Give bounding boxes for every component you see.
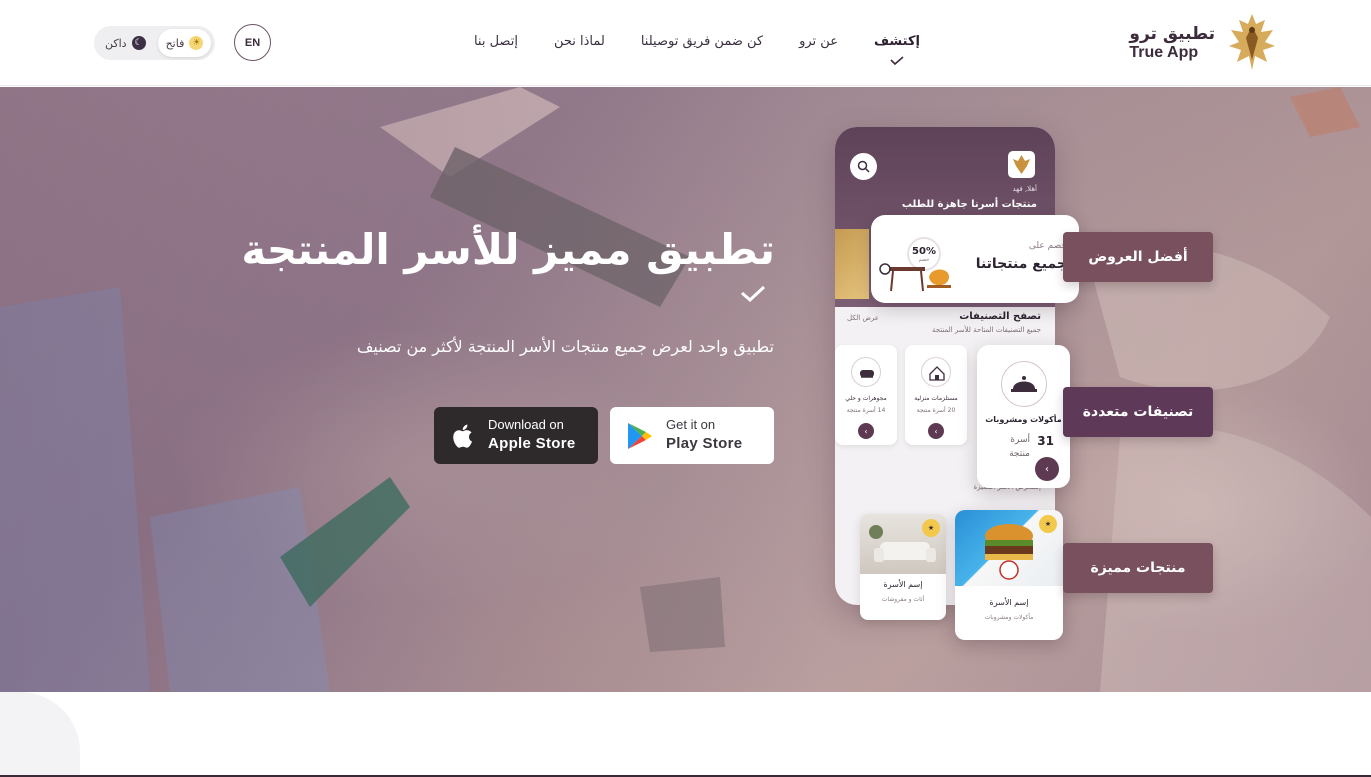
nav-why-us-label: لماذا نحن (553, 34, 605, 49)
star-badge: ★ (1039, 515, 1057, 533)
main-nav: إكتشف عن ترو كن ضمن فريق توصيلنا لماذا ن… (474, 34, 920, 66)
hero-title: تطبيق مميز للأسر المنتجة (241, 225, 775, 274)
language-button[interactable]: EN (234, 24, 271, 61)
theme-light-option[interactable]: فاتح ☀ (157, 29, 212, 57)
product-card-furniture[interactable]: ★ إسم الأسرة أثاث و مفروشات (860, 514, 946, 620)
category-count: 31 (1037, 434, 1054, 448)
theme-light-label: فاتح (165, 36, 185, 50)
google-play-icon (628, 422, 652, 449)
product-card-burger[interactable]: ★ إسم الأسرة مأكولات ومشروبات (955, 510, 1063, 640)
hero-subtitle: تطبيق واحد لعرض جميع منتجات الأسر المنتج… (356, 337, 774, 356)
category-card-jewelry[interactable]: مجوهرات و حلي 14 أسرة منتجة ‹ (835, 345, 897, 445)
product-family-name: إسم الأسرة (989, 598, 1029, 607)
decorative-shape (0, 692, 80, 777)
app-logo-icon (1008, 151, 1035, 178)
logo-arabic-text: تطبيق ترو (1129, 23, 1215, 44)
eagle-logo-icon (1229, 14, 1275, 70)
theme-dark-option[interactable]: داكن ☾ (97, 29, 154, 57)
sun-icon: ☀ (189, 36, 204, 50)
apple-store-button[interactable]: Download on Apple Store (434, 407, 598, 464)
offer-small-text: خصم على (1028, 241, 1067, 251)
food-image (835, 229, 869, 299)
product-family-category: أثاث و مفروشات (881, 596, 925, 603)
apple-store-small-text: Download on (488, 417, 564, 433)
sofa-image: ★ (860, 514, 946, 574)
dining-table-icon (879, 263, 951, 292)
offer-big-text: جميع منتجاتنا (975, 256, 1067, 272)
food-tray-icon (1000, 361, 1047, 407)
multiple-categories-pill: تصنيفات متعددة (1063, 387, 1213, 437)
apple-store-big-text: Apple Store (488, 435, 576, 453)
category-name: مأكولات ومشروبات (985, 415, 1062, 424)
featured-products-pill: منتجات مميزة (1063, 543, 1213, 593)
nav-delivery-team[interactable]: كن ضمن فريق توصيلنا (641, 34, 763, 49)
nav-contact[interactable]: إتصل بنا (474, 34, 518, 49)
chevron-left-icon[interactable]: ‹ (1035, 457, 1059, 481)
best-offers-pill: أفضل العروض (1063, 232, 1213, 282)
moon-icon: ☾ (131, 36, 146, 50)
theme-dark-label: داكن (105, 36, 127, 50)
offer-card[interactable]: خصم على جميع منتجاتنا 50% خصم (871, 215, 1079, 303)
nav-contact-label: إتصل بنا (473, 34, 518, 49)
play-store-button[interactable]: Get it on Play Store (610, 407, 774, 464)
phone-greeting: أهلا, فهد (1012, 185, 1037, 193)
nav-why-us[interactable]: لماذا نحن (554, 34, 605, 49)
search-icon (850, 153, 877, 180)
category-count: 20 أسرة منتجة (916, 407, 956, 414)
house-icon (921, 357, 951, 387)
category-card-food[interactable]: مأكولات ومشروبات 31 أسرة منتجة ‹ (977, 345, 1070, 488)
nav-discover[interactable]: إكتشف (873, 34, 920, 66)
star-badge: ★ (922, 519, 940, 537)
discount-percent: 50% (912, 245, 936, 257)
burger-image: ★ (955, 510, 1063, 586)
category-count-label: أسرة منتجة (1009, 435, 1030, 460)
nav-delivery-team-label: كن ضمن فريق توصيلنا (640, 34, 764, 49)
chevron-left-icon[interactable]: ‹ (928, 423, 944, 439)
category-card-home[interactable]: مستلزمات منزلية 20 أسرة منتجة ‹ (905, 345, 967, 445)
jewelry-icon (851, 357, 881, 387)
apple-icon (453, 424, 472, 448)
nav-about[interactable]: عن ترو (799, 34, 838, 49)
nav-about-label: عن ترو (799, 34, 838, 49)
logo[interactable]: تطبيق ترو True App (1129, 10, 1279, 76)
check-icon (890, 56, 904, 66)
play-store-big-text: Play Store (666, 435, 743, 453)
category-count: 14 أسرة منتجة (846, 407, 886, 414)
play-store-small-text: Get it on (666, 417, 716, 433)
site-header: تطبيق ترو True App إكتشف عن ترو كن ضمن ف… (0, 0, 1371, 86)
category-name: مستلزمات منزلية (914, 395, 958, 402)
product-family-category: مأكولات ومشروبات (984, 614, 1034, 621)
phone-heading: منتجات أسرنا جاهزة للطلب (901, 199, 1037, 210)
theme-toggle[interactable]: داكن ☾ فاتح ☀ (94, 26, 215, 60)
view-all-link[interactable]: عرض الكل (847, 314, 879, 322)
hero-section: تطبيق مميز للأسر المنتجة تطبيق واحد لعرض… (0, 87, 1371, 692)
chevron-left-icon[interactable]: ‹ (858, 423, 874, 439)
product-family-name: إسم الأسرة (883, 580, 923, 589)
nav-discover-label: إكتشف (873, 34, 920, 49)
check-icon (741, 285, 766, 303)
category-name: مجوهرات و حلي (845, 395, 887, 402)
language-label: EN (244, 36, 261, 49)
browse-categories-title: تصفح التصنيفات (959, 311, 1041, 322)
logo-english-text: True App (1129, 43, 1199, 61)
browse-categories-subtitle: جميع التصنيفات المتاحة للأسر المنتجة (932, 326, 1041, 334)
